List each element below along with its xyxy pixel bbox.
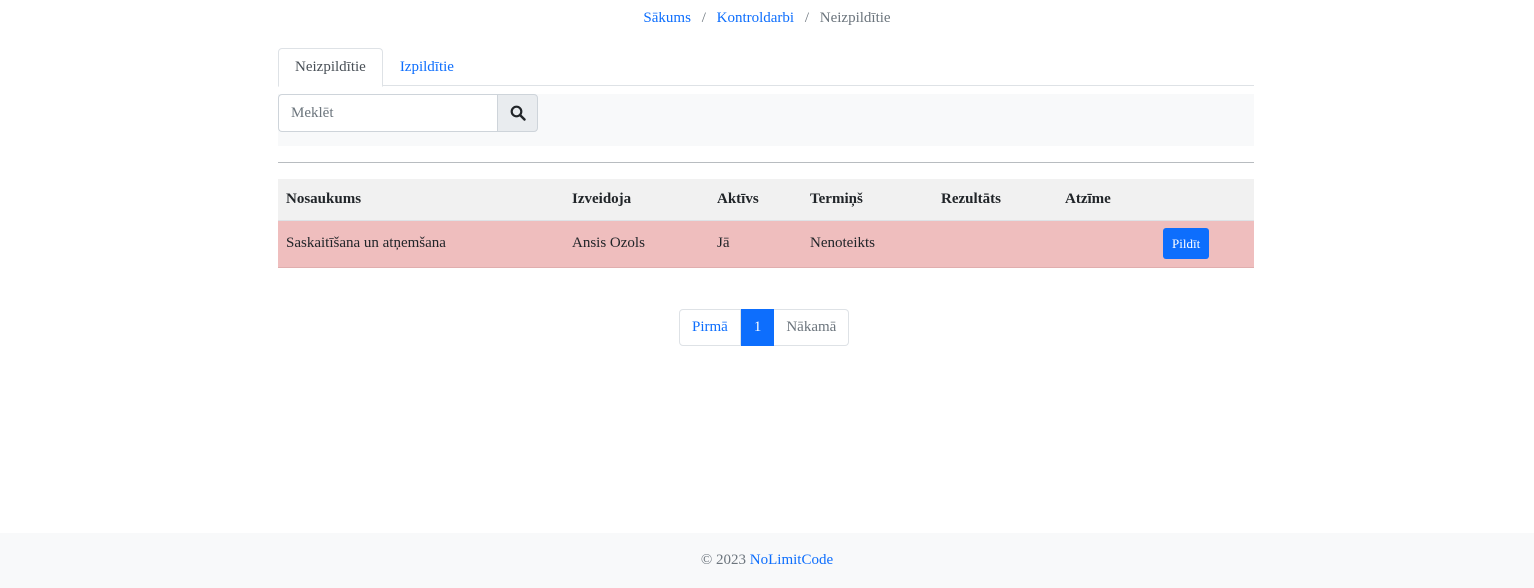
tab-bar: Neizpildītie Izpildītie xyxy=(278,48,1254,87)
breadcrumb-current: Neizpildītie xyxy=(819,10,891,26)
column-header-name: Nosaukums xyxy=(278,179,564,221)
breadcrumb-tests-link[interactable]: Kontroldarbi xyxy=(717,10,794,26)
tests-table: Nosaukums Izveidoja Aktīvs Termiņš Rezul… xyxy=(278,179,1254,268)
breadcrumb: Sākums / Kontroldarbi / Neizpildītie xyxy=(0,10,1534,27)
fill-test-button[interactable]: Pildīt xyxy=(1163,228,1210,259)
search-input[interactable] xyxy=(278,94,497,132)
column-header-action xyxy=(1155,179,1254,221)
cell-name: Saskaitīšana un atņemšana xyxy=(278,220,564,268)
footer-brand-link[interactable]: NoLimitCode xyxy=(750,552,833,568)
breadcrumb-separator: / xyxy=(804,10,810,26)
pagination: Pirmā 1 Nākamā xyxy=(679,309,850,346)
column-header-active: Aktīvs xyxy=(709,179,802,221)
column-header-grade: Atzīme xyxy=(1057,179,1155,221)
cell-action: Pildīt xyxy=(1155,220,1254,268)
cell-result xyxy=(933,220,1057,268)
main-content: Neizpildītie Izpildītie Nosaukums Izveid… xyxy=(278,48,1254,268)
search-button[interactable] xyxy=(497,94,538,132)
pagination-first[interactable]: Pirmā xyxy=(679,309,741,346)
cell-active: Jā xyxy=(709,220,802,268)
divider xyxy=(278,162,1254,163)
table-row: Saskaitīšana un atņemšana Ansis Ozols Jā… xyxy=(278,220,1254,268)
search-panel xyxy=(278,94,1254,146)
pagination-current-page[interactable]: 1 xyxy=(740,309,775,346)
pagination-next[interactable]: Nākamā xyxy=(774,309,850,346)
footer: © 2023 NoLimitCode xyxy=(0,533,1534,588)
column-header-result: Rezultāts xyxy=(933,179,1057,221)
tab-finished[interactable]: Izpildītie xyxy=(383,48,471,86)
column-header-creator: Izveidoja xyxy=(564,179,709,221)
cell-grade xyxy=(1057,220,1155,268)
cell-deadline: Nenoteikts xyxy=(802,220,933,268)
table-header-row: Nosaukums Izveidoja Aktīvs Termiņš Rezul… xyxy=(278,179,1254,221)
breadcrumb-home-link[interactable]: Sākums xyxy=(643,10,691,26)
breadcrumb-separator: / xyxy=(701,10,706,26)
column-header-deadline: Termiņš xyxy=(802,179,933,221)
cell-creator: Ansis Ozols xyxy=(564,220,709,268)
tab-unfinished[interactable]: Neizpildītie xyxy=(278,48,383,87)
search-icon xyxy=(510,105,526,121)
footer-copyright: © 2023 xyxy=(700,552,747,568)
